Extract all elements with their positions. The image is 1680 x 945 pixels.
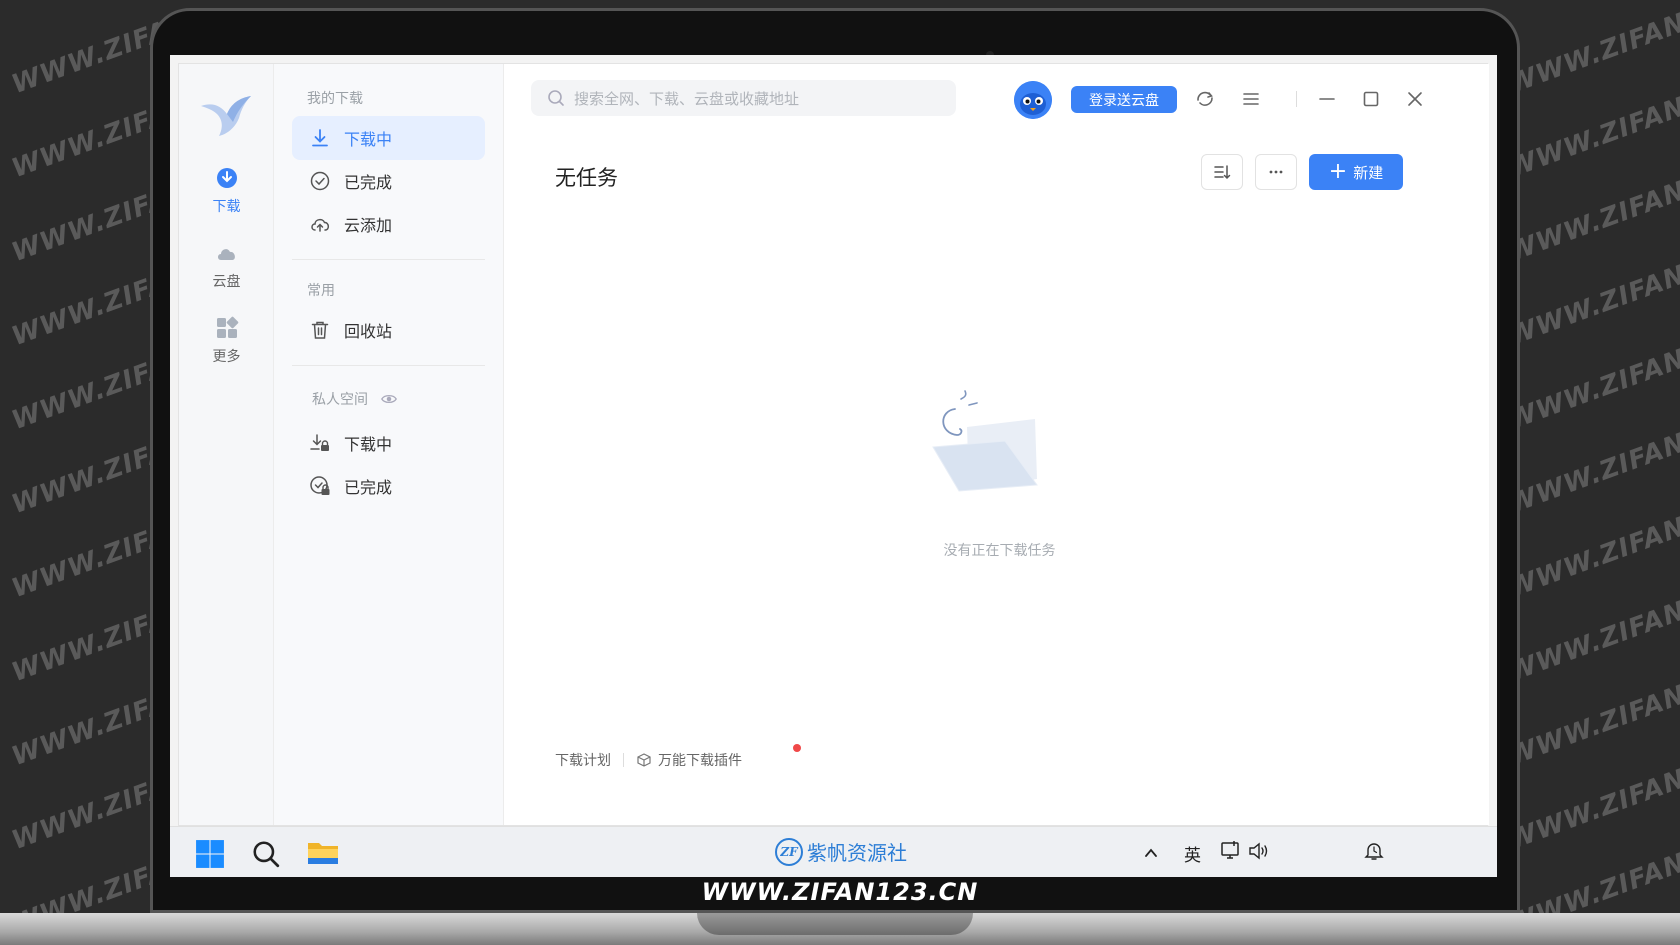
minimize-icon[interactable] (1316, 88, 1338, 110)
section-private-header: 私人空间 (312, 389, 398, 409)
nav-cloud-label: 云盘 (212, 274, 241, 290)
nav-rail: 下载 云盘 更多 (179, 64, 274, 825)
watermark-right: WWW.ZIFAN123.CN WWW.ZIFAN123.CN WWW.ZIFAN1… (1510, 0, 1680, 945)
bottom-url-watermark: WWW.ZIFAN123.CN (701, 878, 979, 906)
sort-icon (1214, 165, 1231, 180)
plugin-box-icon (637, 753, 651, 767)
lock-check-icon (310, 476, 330, 495)
sidebar-item-cloud-add[interactable]: 云添加 (292, 202, 485, 246)
plugin-link[interactable]: 万能下载插件 (658, 750, 742, 770)
empty-state-text: 没有正在下载任务 (943, 543, 1056, 559)
nav-download[interactable]: 下载 (179, 166, 274, 216)
notification-bell-icon[interactable] (1363, 840, 1385, 862)
sidebar: 我的下载 下载中 已完成 云添加 常用 回收站 私人空间 下载中 已完成 (274, 64, 504, 825)
menu-icon[interactable] (1240, 88, 1262, 110)
file-explorer-icon[interactable] (307, 839, 339, 867)
plus-icon: + (1328, 159, 1348, 184)
close-icon[interactable] (1404, 88, 1426, 110)
section-common: 常用 (307, 283, 335, 299)
search-icon[interactable] (251, 839, 281, 869)
chevron-up-icon[interactable] (1143, 845, 1159, 861)
cloud-upload-icon (311, 218, 330, 232)
bird-logo-icon (201, 96, 251, 136)
login-button[interactable]: 登录送云盘 (1071, 86, 1177, 113)
sidebar-item-label: 已完成 (344, 478, 393, 497)
sidebar-item-completed[interactable]: 已完成 (292, 159, 485, 203)
trash-icon (311, 321, 329, 339)
watermark-text: WWW.ZIFAN123.CN (7, 0, 170, 101)
taskbar: ZF 紫帆资源社 英 (170, 826, 1497, 877)
download-plan-link[interactable]: 下载计划 (555, 750, 611, 770)
eye-icon[interactable] (380, 390, 398, 408)
sidebar-item-label: 下载中 (344, 435, 393, 454)
more-button[interactable] (1255, 154, 1297, 190)
nav-download-label: 下载 (212, 199, 241, 215)
sidebar-item-downloading[interactable]: 下载中 (292, 116, 485, 160)
ime-indicator[interactable]: 英 (1184, 841, 1201, 866)
sidebar-item-private-downloading[interactable]: 下载中 (292, 421, 485, 465)
new-task-label: 新建 (1353, 163, 1384, 182)
divider (292, 259, 485, 260)
nav-more[interactable]: 更多 (179, 316, 274, 366)
sidebar-item-private-completed[interactable]: 已完成 (292, 464, 485, 508)
screen: 下载 云盘 更多 我的下载 下载中 已完成 云添加 常用 回收站 私人空间 下载… (170, 55, 1497, 877)
nav-cloud[interactable]: 云盘 (179, 241, 274, 291)
penguin-avatar-icon (1014, 81, 1052, 119)
footer-links: 下载计划 万能下载插件 (555, 744, 801, 770)
search-icon (548, 90, 564, 106)
brand-logo: ZF (775, 837, 803, 866)
check-circle-icon (310, 171, 330, 191)
more-dots-icon (1269, 170, 1283, 174)
section-my-downloads: 我的下载 (307, 91, 363, 107)
brand-watermark: ZF 紫帆资源社 (775, 837, 907, 866)
new-task-button[interactable]: + 新建 (1309, 154, 1403, 190)
refresh-icon[interactable] (1194, 88, 1216, 110)
watermark-text: WWW.ZIFAN123.CN (1510, 0, 1680, 101)
nav-more-label: 更多 (212, 349, 241, 365)
search-bar[interactable]: 搜索全网、下载、云盘或收藏地址 (531, 80, 956, 116)
cloud-icon (217, 249, 235, 260)
lock-download-icon (310, 434, 329, 451)
brand-name: 紫帆资源社 (807, 841, 907, 865)
search-placeholder: 搜索全网、下载、云盘或收藏地址 (574, 89, 800, 108)
app-window: 下载 云盘 更多 我的下载 下载中 已完成 云添加 常用 回收站 私人空间 下载… (178, 63, 1489, 826)
maximize-icon[interactable] (1360, 88, 1382, 110)
sidebar-item-recycle-bin[interactable]: 回收站 (292, 308, 485, 352)
divider (292, 365, 485, 366)
volume-icon[interactable] (1248, 841, 1272, 861)
network-icon[interactable] (1220, 840, 1242, 862)
divider (1296, 91, 1297, 107)
avatar[interactable] (1014, 81, 1052, 119)
sidebar-item-label: 下载中 (344, 130, 393, 149)
watermark-left: WWW.ZIFAN123.CN WWW.ZIFAN123.CN WWW.ZIFAN1… (0, 0, 170, 945)
sort-button[interactable] (1201, 154, 1243, 190)
page-title: 无任务 (555, 166, 618, 190)
windows-start-icon[interactable] (195, 839, 225, 869)
main-panel: 搜索全网、下载、云盘或收藏地址 登录送云盘 无任务 + 新建 没有正在下载任务 … (505, 64, 1489, 825)
notification-dot (793, 744, 801, 752)
divider (623, 753, 624, 767)
sidebar-item-label: 已完成 (344, 173, 393, 192)
sidebar-item-label: 云添加 (344, 216, 393, 235)
apps-grid-icon (216, 316, 238, 338)
empty-folder-illustration (932, 390, 1038, 492)
download-arrow-icon (312, 129, 328, 147)
laptop-notch (697, 913, 973, 935)
section-private: 私人空间 (312, 392, 368, 408)
sidebar-item-label: 回收站 (344, 322, 393, 341)
download-circle-icon (216, 168, 237, 188)
